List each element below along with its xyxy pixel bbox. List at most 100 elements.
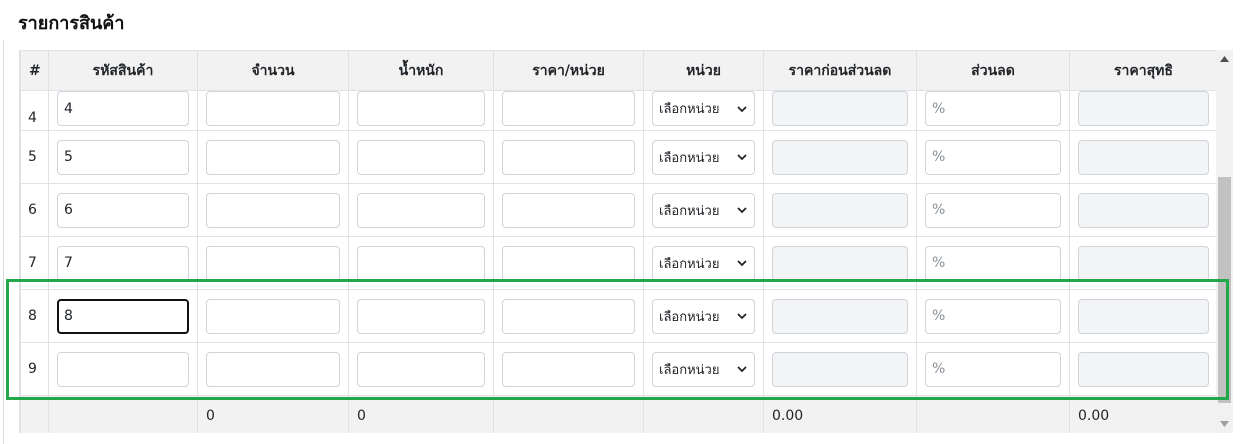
total-quantity: 0	[197, 395, 349, 433]
row-number: 4	[20, 90, 49, 131]
chevron-down-icon	[737, 207, 747, 214]
unit-price-input[interactable]	[502, 192, 635, 228]
product-table-container[interactable]: # รหัสสินค้า จำนวน น้ำหนัก ราคา/หน่วย หน…	[19, 50, 1216, 433]
product-code-input[interactable]: 6	[57, 192, 189, 228]
weight-input[interactable]	[357, 351, 485, 387]
unit-select-value: เลือกหน่วย	[659, 203, 720, 219]
price-before-discount-field	[772, 245, 908, 281]
discount-input[interactable]: %	[925, 351, 1061, 387]
totals-empty-cell	[493, 395, 644, 433]
quantity-input[interactable]	[206, 91, 340, 126]
weight-input[interactable]	[357, 192, 485, 228]
scroll-up-button[interactable]	[1216, 52, 1233, 66]
quantity-input[interactable]	[206, 139, 340, 175]
price-before-discount-field	[772, 139, 908, 175]
table-row: 4 4 เลือกหน่วย %	[20, 90, 1216, 131]
chevron-down-icon	[737, 366, 747, 373]
product-code-input[interactable]: 4	[57, 91, 189, 126]
discount-input[interactable]: %	[925, 139, 1061, 175]
unit-price-input[interactable]	[502, 245, 635, 281]
product-code-input[interactable]	[57, 351, 189, 387]
arrow-down-icon	[1220, 421, 1229, 427]
chevron-down-icon	[737, 313, 747, 320]
table-row: 8 8 เลือกหน่วย %	[20, 289, 1216, 343]
price-before-discount-field	[772, 192, 908, 228]
weight-input[interactable]	[357, 139, 485, 175]
table-row: 9 เลือกหน่วย %	[20, 342, 1216, 396]
unit-select-value: เลือกหน่วย	[659, 362, 720, 378]
quantity-input[interactable]	[206, 245, 340, 281]
row-number: 9	[20, 342, 49, 396]
arrow-up-icon	[1220, 56, 1229, 62]
unit-select-value: เลือกหน่วย	[659, 102, 720, 117]
col-header-discount: ส่วนลด	[916, 50, 1070, 91]
col-header-quantity: จำนวน	[197, 50, 349, 91]
price-before-discount-field	[772, 91, 908, 126]
total-weight: 0	[348, 395, 494, 433]
scroll-thumb[interactable]	[1218, 177, 1231, 403]
unit-price-input[interactable]	[502, 91, 635, 126]
price-before-discount-field	[772, 298, 908, 334]
col-header-unit: หน่วย	[643, 50, 764, 91]
table-header-row: # รหัสสินค้า จำนวน น้ำหนัก ราคา/หน่วย หน…	[20, 50, 1216, 91]
net-price-field	[1078, 351, 1209, 387]
unit-select[interactable]: เลือกหน่วย	[652, 91, 755, 126]
discount-input[interactable]: %	[925, 91, 1061, 126]
chevron-down-icon	[737, 154, 747, 161]
col-header-price-before-discount: ราคาก่อนส่วนลด	[763, 50, 917, 91]
unit-price-input[interactable]	[502, 351, 635, 387]
scroll-down-button[interactable]	[1216, 417, 1233, 431]
col-header-unit-price: ราคา/หน่วย	[493, 50, 644, 91]
net-price-field	[1078, 192, 1209, 228]
product-table: # รหัสสินค้า จำนวน น้ำหนัก ราคา/หน่วย หน…	[20, 50, 1216, 433]
table-scrollbar[interactable]	[1216, 50, 1233, 433]
price-before-discount-field	[772, 351, 908, 387]
net-price-field	[1078, 139, 1209, 175]
col-header-product-code: รหัสสินค้า	[48, 50, 198, 91]
net-price-field	[1078, 245, 1209, 281]
totals-empty-cell	[20, 395, 49, 433]
quantity-input[interactable]	[206, 192, 340, 228]
unit-select[interactable]: เลือกหน่วย	[652, 298, 755, 334]
row-number: 5	[20, 130, 49, 184]
row-number: 8	[20, 289, 49, 343]
product-code-input[interactable]: 5	[57, 139, 189, 175]
totals-empty-cell	[48, 395, 198, 433]
totals-row: 0 0 0.00 0.00	[20, 395, 1216, 433]
product-code-input[interactable]: 8	[57, 298, 189, 334]
discount-input[interactable]: %	[925, 192, 1061, 228]
unit-select[interactable]: เลือกหน่วย	[652, 245, 755, 281]
col-header-weight: น้ำหนัก	[348, 50, 494, 91]
total-net-price: 0.00	[1069, 395, 1216, 433]
unit-select-value: เลือกหน่วย	[659, 256, 720, 272]
weight-input[interactable]	[357, 298, 485, 334]
unit-select-value: เลือกหน่วย	[659, 150, 720, 166]
table-row: 6 6 เลือกหน่วย %	[20, 183, 1216, 237]
col-header-net-price: ราคาสุทธิ	[1069, 50, 1216, 91]
unit-price-input[interactable]	[502, 298, 635, 334]
chevron-down-icon	[737, 260, 747, 267]
unit-price-input[interactable]	[502, 139, 635, 175]
table-row: 7 7 เลือกหน่วย %	[20, 236, 1216, 290]
unit-select[interactable]: เลือกหน่วย	[652, 192, 755, 228]
chevron-down-icon	[737, 105, 747, 112]
net-price-field	[1078, 298, 1209, 334]
total-price-before-discount: 0.00	[763, 395, 917, 433]
row-number: 7	[20, 236, 49, 290]
product-code-input[interactable]: 7	[57, 245, 189, 281]
discount-input[interactable]: %	[925, 298, 1061, 334]
weight-input[interactable]	[357, 245, 485, 281]
discount-input[interactable]: %	[925, 245, 1061, 281]
col-header-number: #	[20, 50, 49, 91]
quantity-input[interactable]	[206, 298, 340, 334]
section-title: รายการสินค้า	[18, 13, 125, 34]
table-row: 5 5 เลือกหน่วย %	[20, 130, 1216, 184]
unit-select[interactable]: เลือกหน่วย	[652, 139, 755, 175]
net-price-field	[1078, 91, 1209, 126]
row-number: 6	[20, 183, 49, 237]
totals-empty-cell	[916, 395, 1070, 433]
weight-input[interactable]	[357, 91, 485, 126]
quantity-input[interactable]	[206, 351, 340, 387]
unit-select[interactable]: เลือกหน่วย	[652, 351, 755, 387]
page-divider	[3, 40, 4, 444]
